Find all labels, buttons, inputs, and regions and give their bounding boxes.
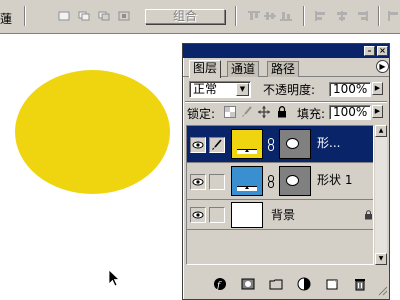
align-vcenter-icon[interactable] [264,11,276,21]
distribute-icon[interactable] [388,11,400,21]
close-icon[interactable]: × [377,46,388,56]
align-left-icon[interactable] [315,11,327,21]
path-add-icon[interactable] [78,11,90,21]
new-group-folder-icon[interactable] [269,277,283,291]
align-hcenter-icon[interactable] [336,11,348,21]
align-right-icon[interactable] [356,11,368,21]
palette-titlebar[interactable]: – × [183,44,389,58]
visibility-toggle[interactable] [190,207,206,223]
palette-menu-button[interactable]: ▶ [376,60,389,73]
vector-mask-thumbnail[interactable] [279,166,311,196]
opacity-label: 不透明度: [263,83,316,97]
tab-paths[interactable]: 路径 [267,61,300,77]
align-top-icon[interactable] [248,11,260,21]
blend-opacity-row: 正常 ▼ 不透明度: 100% ▶ [183,79,389,101]
new-layer-icon[interactable] [325,277,339,291]
toolbar-separator [303,6,305,26]
eye-icon [192,178,204,186]
layer-name[interactable]: 背景 [271,208,295,222]
link-toggle[interactable] [209,207,225,223]
toolbar-separator [235,6,237,26]
layer-row-shape-1[interactable]: 形状 1 [187,163,373,200]
fill-slider-arrow-icon[interactable]: ▶ [372,105,383,118]
opacity-field[interactable]: 100% [329,82,371,97]
layer-style-icon[interactable]: f [213,277,227,291]
chain-link-icon[interactable] [267,138,276,151]
layer-list-scrollbar[interactable]: ▲ ▼ [375,125,387,265]
layer-row-shape-selected[interactable]: 形... [187,126,373,163]
visibility-toggle[interactable] [190,137,206,153]
arrow-cursor-icon [108,269,120,287]
layer-name[interactable]: 形... [317,136,340,150]
layer-thumbnail[interactable] [231,129,263,159]
yellow-ellipse-shape[interactable] [15,70,170,194]
layer-list: 形... 形状 1 背景 [186,125,374,265]
lock-position-move-icon[interactable] [258,106,270,118]
brush-icon [212,139,222,150]
layer-name[interactable]: 形状 1 [317,173,352,187]
vector-mask-thumbnail[interactable] [279,129,311,159]
layer-thumbnail[interactable] [231,166,263,196]
chevron-down-icon[interactable]: ▼ [236,83,249,96]
brush-toggle[interactable] [209,137,225,153]
options-bar-truncated-label: 蓮 [0,12,13,26]
palette-tabs: 图层 通道 路径 [183,58,389,78]
layer-thumbnail[interactable] [231,202,263,228]
minimize-icon[interactable]: – [364,46,375,56]
align-bottom-icon[interactable] [280,11,292,21]
scroll-down-icon[interactable]: ▼ [375,253,387,265]
chain-link-icon[interactable] [267,175,276,188]
layer-row-background[interactable]: 背景 [187,200,373,230]
blend-mode-select[interactable]: 正常 ▼ [189,81,251,98]
lock-fill-row: 锁定: 填充: 100% ▶ [183,103,389,123]
opacity-slider-arrow-icon[interactable]: ▶ [372,82,383,95]
path-new-icon[interactable] [58,11,70,21]
eye-icon [192,141,204,149]
adjustment-layer-icon[interactable] [297,277,311,291]
link-toggle[interactable] [209,174,225,190]
options-bar: 蓮 组合 [0,0,400,34]
eye-icon [192,211,204,219]
fill-label: 填充: [297,107,326,121]
toolbar-separator [24,6,26,26]
lock-label: 锁定: [187,107,216,121]
blend-mode-value: 正常 [193,82,218,96]
tab-channels[interactable]: 通道 [227,61,260,77]
layers-palette: – × 图层 通道 路径 ▶ 正常 ▼ 不透明度: 100% ▶ 锁定: 填充:… [182,43,390,300]
path-subtract-icon[interactable] [98,11,110,21]
combine-button[interactable]: 组合 [145,9,225,24]
lock-all-icon[interactable] [276,106,288,118]
add-mask-icon[interactable] [241,277,255,291]
layer-lock-icon [365,210,372,220]
lock-transparency-icon[interactable] [224,106,236,118]
path-intersect-icon[interactable] [118,11,130,21]
tab-layers[interactable]: 图层 [189,60,222,78]
fill-field[interactable]: 100% [329,105,371,120]
toolbar-separator [378,6,380,26]
lock-image-brush-icon[interactable] [241,106,253,118]
palette-bottom-bar: f [183,269,389,299]
scroll-up-icon[interactable]: ▲ [375,125,387,137]
resize-grip-icon[interactable] [376,284,388,296]
trash-icon[interactable] [353,277,367,291]
visibility-toggle[interactable] [190,174,206,190]
